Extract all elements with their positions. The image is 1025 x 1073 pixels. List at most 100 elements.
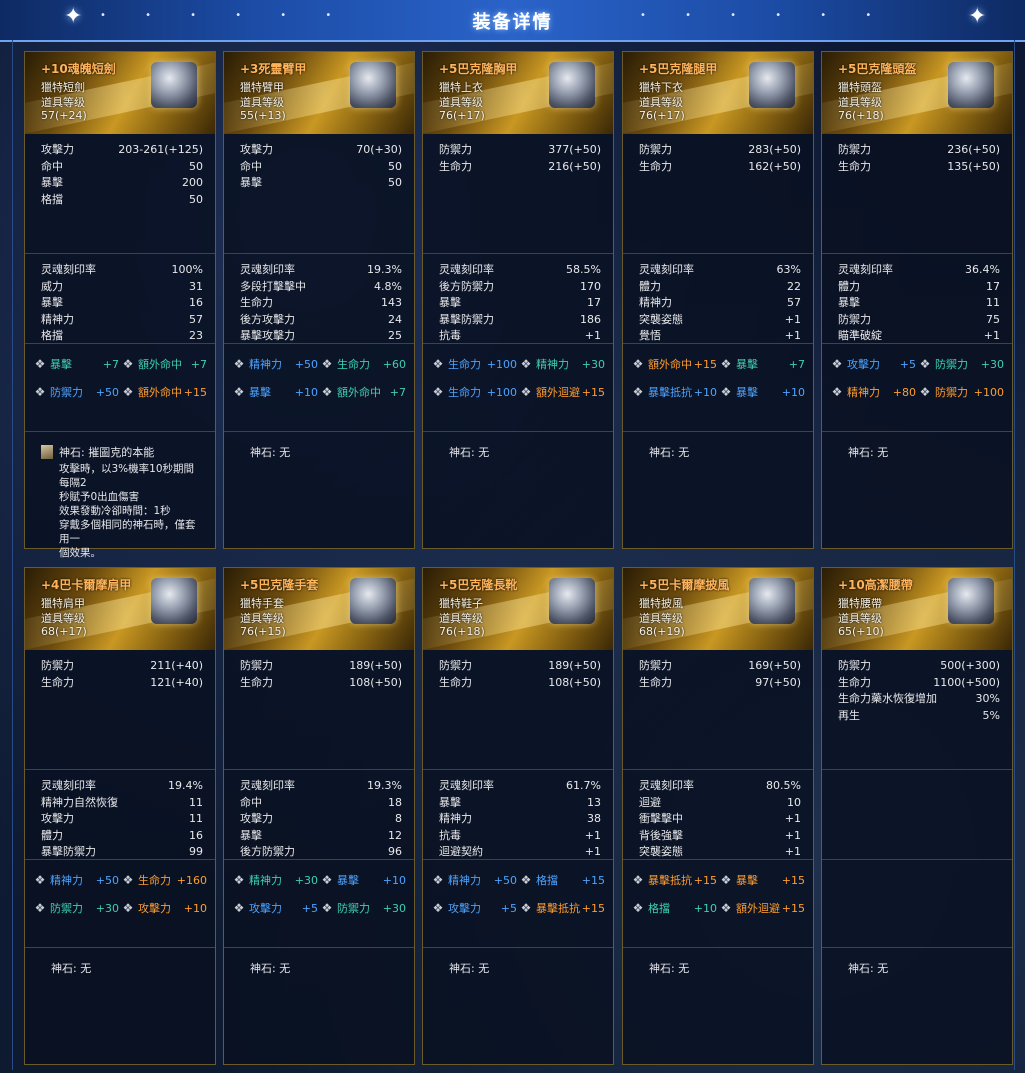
soul-stat-value: 57: [787, 296, 801, 310]
gem-slot[interactable]: ❖ 攻擊力 +5: [232, 900, 320, 916]
stone-label: 神石: 无: [848, 962, 889, 975]
item-icon[interactable]: [151, 578, 197, 624]
gem-slot[interactable]: ❖ 額外命中 +7: [121, 356, 209, 372]
gem-name: 精神力: [50, 874, 83, 887]
gem-slot[interactable]: ❖ 額外命中 +15: [631, 356, 719, 372]
soul-stats: 灵魂刻印率 19.4% 精神力自然恢復 11 攻擊力 11 體力 16 暴擊防禦力 99: [25, 770, 215, 860]
item-icon[interactable]: [948, 578, 994, 624]
item-type: 獵特披風: [639, 597, 683, 610]
gem-slot[interactable]: ❖ 生命力 +100: [431, 356, 519, 372]
gem-slot[interactable]: ❖ 精神力 +80: [830, 384, 918, 400]
equipment-card[interactable]: +5巴克隆胸甲 獵特上衣 道具等级 76(+17) 防禦力 377(+50) 生命力 216(…: [422, 51, 614, 549]
gem-slot[interactable]: ❖ 攻擊力 +5: [431, 900, 519, 916]
gem-slot[interactable]: ❖ 生命力 +100: [431, 384, 519, 400]
gem-slot[interactable]: ❖ 暴擊 +7: [33, 356, 121, 372]
stat-value: 162(+50): [748, 159, 801, 173]
soul-row: 命中 18: [240, 795, 402, 812]
gem-icon: ❖: [122, 901, 134, 915]
item-icon[interactable]: [350, 578, 396, 624]
item-icon[interactable]: [549, 578, 595, 624]
gem-slot[interactable]: ❖ 防禦力 +30: [918, 356, 1006, 372]
gem-icon: ❖: [831, 385, 843, 399]
gem-icon: ❖: [233, 385, 245, 399]
item-level: 65(+10): [838, 625, 884, 638]
item-icon[interactable]: [749, 578, 795, 624]
gem-slot[interactable]: ❖ 生命力 +60: [320, 356, 408, 372]
gem-slot[interactable]: ❖ 格擋 +15: [519, 872, 607, 888]
equipment-card[interactable]: +3死靈臂甲 獵特臂甲 道具等级 55(+13) 攻擊力 70(+30) 命中 50 暴擊 50 灵…: [223, 51, 415, 549]
equipment-card[interactable]: +5巴克隆長靴 獵特鞋子 道具等级 76(+18) 防禦力 189(+50) 生命力 108(…: [422, 567, 614, 1065]
gem-slot[interactable]: ❖ 額外迴避 +15: [519, 384, 607, 400]
gem-slot[interactable]: ❖ 生命力 +160: [121, 872, 209, 888]
gem-slot[interactable]: ❖ 暴擊 +10: [320, 872, 408, 888]
gem-slot[interactable]: ❖ 防禦力 +50: [33, 384, 121, 400]
equipment-card[interactable]: +5巴克隆手套 獵特手套 道具等级 76(+15) 防禦力 189(+50) 生命力 108(…: [223, 567, 415, 1065]
gem-row: ❖ 防禦力 +50 ❖ 額外命中 +15: [33, 378, 209, 406]
item-type: 獵特短劍: [41, 81, 85, 94]
gem-slot[interactable]: ❖ 暴擊 +7: [719, 356, 807, 372]
gem-slot[interactable]: ❖ 額外命中 +7: [320, 384, 408, 400]
stat-name: 格擋: [41, 192, 63, 206]
soul-stat-name: 灵魂刻印率: [639, 263, 694, 276]
gem-row: ❖ 生命力 +100 ❖ 額外迴避 +15: [431, 378, 607, 406]
soul-stat-value: 24: [388, 312, 402, 326]
item-type: 獵特手套: [240, 597, 284, 610]
item-level-label: 道具等级: [639, 612, 683, 625]
gem-slot[interactable]: ❖ 暴擊抵抗 +10: [631, 384, 719, 400]
item-icon[interactable]: [549, 62, 595, 108]
soul-stats: 灵魂刻印率 19.3% 命中 18 攻擊力 8 暴擊 12 後方防禦力 96: [224, 770, 414, 860]
stat-name: 生命力: [41, 675, 74, 689]
gem-slot[interactable]: ❖ 格擋 +10: [631, 900, 719, 916]
gem-slot[interactable]: ❖ 精神力 +50: [232, 356, 320, 372]
item-icon[interactable]: [151, 62, 197, 108]
soul-stats: 灵魂刻印率 36.4% 體力 17 暴擊 11 防禦力 75 瞄準破綻 +1: [822, 254, 1012, 344]
item-icon[interactable]: [350, 62, 396, 108]
equipment-card[interactable]: +5巴卡爾摩披風 獵特披風 道具等级 68(+19) 防禦力 169(+50) 生命力 97(…: [622, 567, 814, 1065]
gem-slot[interactable]: ❖ 防禦力 +30: [320, 900, 408, 916]
gem-slot[interactable]: ❖ 防禦力 +100: [918, 384, 1006, 400]
soul-stat-name: 瞄準破綻: [838, 329, 882, 343]
soul-stats: 灵魂刻印率 100% 威力 31 暴擊 16 精神力 57 格擋 23: [25, 254, 215, 344]
gem-slot[interactable]: ❖ 攻擊力 +5: [830, 356, 918, 372]
soul-stat-name: 灵魂刻印率: [439, 263, 494, 276]
equipment-card[interactable]: +5巴克隆頭盔 獵特頭盔 道具等级 76(+18) 防禦力 236(+50) 生命力 135(…: [821, 51, 1013, 549]
soul-stat-value: +1: [784, 812, 801, 826]
stat-value: 200: [182, 176, 203, 190]
gem-slot[interactable]: ❖ 額外命中 +15: [121, 384, 209, 400]
item-level-label: 道具等级: [639, 96, 683, 109]
stat-row: 生命力 108(+50): [240, 675, 402, 692]
soul-stat-name: 格擋: [41, 329, 63, 343]
gem-icon: ❖: [122, 357, 134, 371]
gem-name: 額外迴避: [736, 902, 780, 915]
equipment-card[interactable]: +10魂魄短劍 獵特短劍 道具等级 57(+24) 攻擊力 203-261(+125) 命中…: [24, 51, 216, 559]
gem-slot[interactable]: ❖ 攻擊力 +10: [121, 900, 209, 916]
gem-icon: ❖: [720, 357, 732, 371]
gem-slot[interactable]: ❖ 暴擊 +10: [719, 384, 807, 400]
gem-slot[interactable]: ❖ 暴擊 +15: [719, 872, 807, 888]
gem-value: +50: [493, 873, 517, 887]
gem-slot[interactable]: ❖ 精神力 +50: [431, 872, 519, 888]
base-stats: 防禦力 211(+40) 生命力 121(+40): [25, 650, 215, 770]
gem-slot[interactable]: ❖ 精神力 +50: [33, 872, 121, 888]
gem-name: 額外命中: [138, 358, 182, 371]
gem-slot[interactable]: ❖ 暴擊抵抗 +15: [631, 872, 719, 888]
equipment-card[interactable]: +10高潔腰帶 獵特腰帶 道具等级 65(+10) 防禦力 500(+300) 生命力 110…: [821, 567, 1013, 1065]
gem-slot[interactable]: ❖ 精神力 +30: [519, 356, 607, 372]
soul-stat-value: 63%: [776, 263, 801, 276]
item-icon[interactable]: [948, 62, 994, 108]
gem-slot[interactable]: ❖ 額外迴避 +15: [719, 900, 807, 916]
gem-value: +10: [693, 385, 717, 399]
soul-stat-value: +1: [784, 312, 801, 326]
soul-stat-value: 99: [189, 845, 203, 859]
gem-slot[interactable]: ❖ 防禦力 +30: [33, 900, 121, 916]
gem-slot[interactable]: ❖ 精神力 +30: [232, 872, 320, 888]
item-level-label: 道具等级: [41, 96, 85, 109]
gem-slot[interactable]: ❖ 暴擊 +10: [232, 384, 320, 400]
gem-slots: [822, 860, 1012, 948]
soul-stat-value: 13: [587, 795, 601, 809]
equipment-card[interactable]: +4巴卡爾摩肩甲 獵特肩甲 道具等级 68(+17) 防禦力 211(+40) 生命力 121…: [24, 567, 216, 1065]
item-icon[interactable]: [749, 62, 795, 108]
stat-name: 生命力藥水恢復增加: [838, 692, 937, 706]
equipment-card[interactable]: +5巴克隆腿甲 獵特下衣 道具等级 76(+17) 防禦力 283(+50) 生命力 162(…: [622, 51, 814, 549]
gem-slot[interactable]: ❖ 暴擊抵抗 +15: [519, 900, 607, 916]
